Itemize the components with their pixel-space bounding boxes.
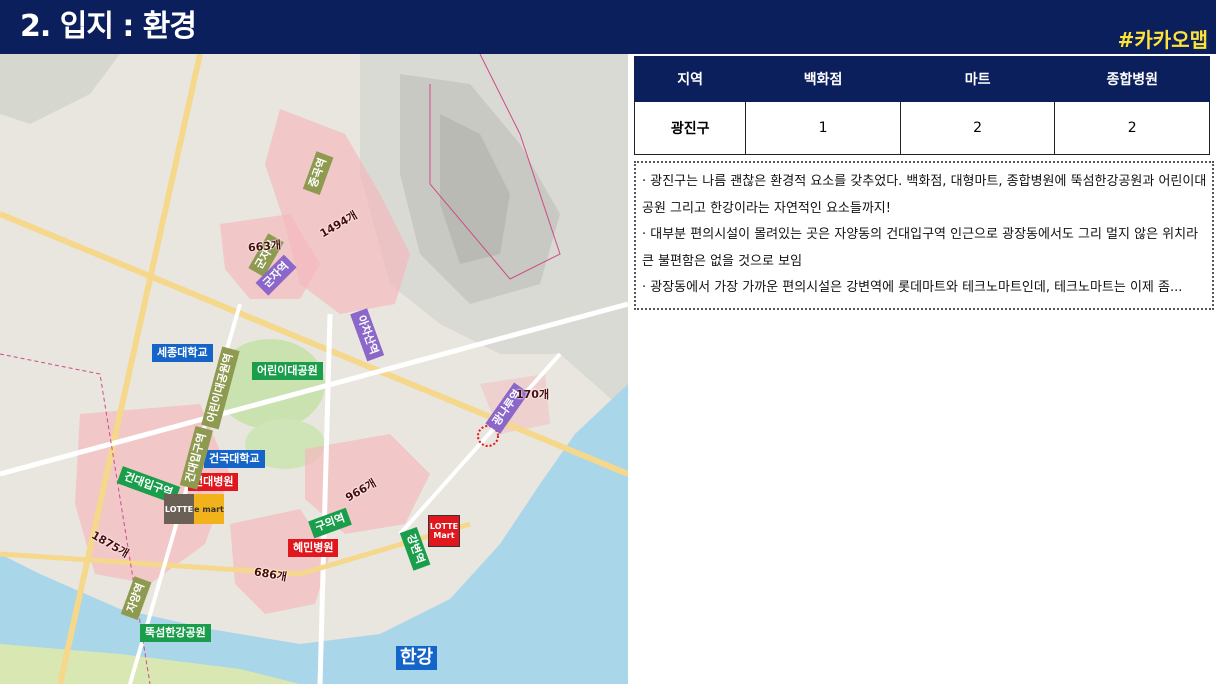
label-ttukseom-park[interactable]: 뚝섬한강공원 xyxy=(140,624,211,642)
zone-count-gwangnaru: 170개 xyxy=(516,388,550,401)
label-sejong-university[interactable]: 세종대학교 xyxy=(152,344,213,362)
table-row: 광진구 1 2 2 xyxy=(633,101,1210,155)
col-header-region: 지역 xyxy=(633,56,747,102)
table-header-row: 지역 백화점 마트 종합병원 xyxy=(633,56,1210,102)
emart-logo[interactable]: e mart xyxy=(194,494,224,524)
label-hyemin-hospital[interactable]: 혜민병원 xyxy=(288,539,339,557)
zone-count-gunja: 663개 xyxy=(247,238,282,255)
map-view[interactable]: 세종대학교 어린이대공원 건국대학교 건대병원 혜민병원 뚝섬한강공원 한강 군… xyxy=(0,54,628,684)
col-header-general-hospital: 종합병원 xyxy=(1054,56,1210,102)
label-konkuk-university[interactable]: 건국대학교 xyxy=(204,450,265,468)
lotte-mart-text: LOTTE Mart xyxy=(429,522,459,540)
lotte-department-store-text: LOTTE xyxy=(164,504,194,514)
cell-region: 광진구 xyxy=(633,101,747,155)
lotte-department-store-logo[interactable]: LOTTE xyxy=(164,494,194,524)
note-item: · 광진구는 나름 괜찮은 환경적 요소를 갖추었다. 백화점, 대형마트, 종… xyxy=(642,174,1207,216)
lotte-mart-logo[interactable]: LOTTE Mart xyxy=(428,515,460,547)
note-item: · 대부분 편의시설이 몰려있는 곳은 자양동의 건대입구역 인근으로 광장동에… xyxy=(642,227,1199,269)
source-tag: #카카오맵 xyxy=(1117,28,1208,52)
note-item: · 광장동에서 가장 가까운 편의시설은 강변역에 롯데마트와 테크노마트인데,… xyxy=(642,280,1183,295)
facility-table-panel: 지역 백화점 마트 종합병원 광진구 1 2 2 xyxy=(633,56,1210,155)
slide-header: 2. 입지 : 환경 #카카오맵 xyxy=(0,0,1216,54)
emart-text: e mart xyxy=(194,504,224,514)
label-han-river[interactable]: 한강 xyxy=(396,646,438,670)
col-header-department-store: 백화점 xyxy=(745,56,901,102)
facility-table: 지역 백화점 마트 종합병원 광진구 1 2 2 xyxy=(633,56,1210,155)
cell-mart-count: 2 xyxy=(899,101,1056,155)
page-title: 2. 입지 : 환경 xyxy=(20,9,197,44)
notes-box: · 광진구는 나름 괜찮은 환경적 요소를 갖추었다. 백화점, 대형마트, 종… xyxy=(634,161,1214,310)
label-childrens-grand-park[interactable]: 어린이대공원 xyxy=(252,362,323,380)
cell-department-store-count: 1 xyxy=(745,101,901,155)
col-header-mart: 마트 xyxy=(899,56,1056,102)
cell-hospital-count: 2 xyxy=(1054,101,1210,155)
